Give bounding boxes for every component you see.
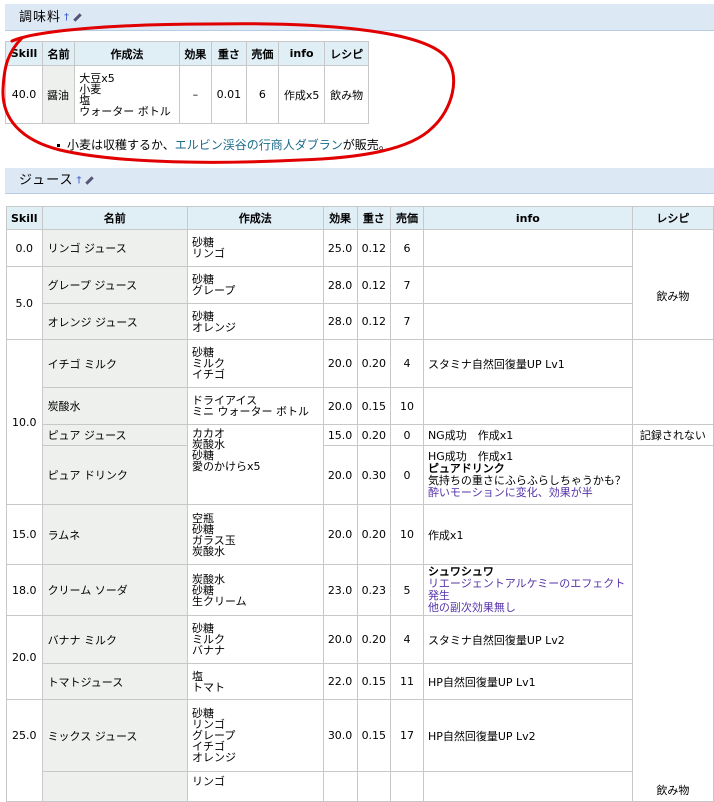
cell-name: 醤油 bbox=[41, 65, 76, 124]
col-skill: Skill bbox=[5, 41, 43, 66]
cell-recipe: 記録されない bbox=[631, 424, 714, 446]
cell-skill: 25.0 bbox=[6, 699, 43, 802]
table-row: 10.0 イチゴ ミルク 砂糖 ミルク イチゴ 20.0 0.20 4 スタミナ… bbox=[6, 339, 714, 505]
table-row: 40.0 醤油 大豆x5 小麦 塩 ウォーター ボトル – 0.01 6 作成x… bbox=[5, 65, 369, 124]
cell-info: 作成x5 bbox=[277, 65, 326, 124]
table-row: 5.0 グレープ ジュース 砂糖 グレープ 28.0 0.12 7 bbox=[6, 266, 714, 340]
vendor-link[interactable]: エルビン渓谷の行商人ダブラン bbox=[175, 138, 343, 152]
cell-info bbox=[422, 229, 633, 267]
edit-pencil-icon[interactable] bbox=[85, 176, 95, 185]
table-row: 18.0 クリーム ソーダ 炭酸水 砂糖 生クリーム 23.0 0.23 5 シ… bbox=[6, 564, 714, 616]
cell-materials: 大豆x5 小麦 塩 ウォーター ボトル bbox=[74, 65, 180, 124]
col-name: 名前 bbox=[41, 206, 189, 230]
cell-skill: 0.0 bbox=[6, 229, 43, 267]
col-price: 売価 bbox=[245, 41, 280, 66]
col-skill: Skill bbox=[6, 206, 43, 230]
cell-skill: 5.0 bbox=[6, 266, 43, 340]
table-row: 15.0 ラムネ 空瓶 砂糖 ガラス玉 炭酸水 20.0 0.20 10 作成x… bbox=[6, 504, 714, 565]
anchor-link[interactable]: † bbox=[76, 175, 82, 186]
section-title: 調味料 bbox=[19, 10, 62, 25]
bullet-icon bbox=[57, 144, 60, 147]
seasoning-table: Skill 名前 作成法 効果 重さ 売価 info レシピ 40.0 醤油 大… bbox=[5, 41, 369, 124]
table-row: 20.0 バナナ ミルク 砂糖 ミルク バナナ 20.0 0.20 4 スタミナ… bbox=[6, 615, 714, 700]
col-effect: 効果 bbox=[178, 41, 212, 66]
cell-materials: カカオ 炭酸水 砂糖 愛のかけらx5 bbox=[187, 424, 324, 505]
section-header-juice: ジュース † bbox=[5, 168, 714, 194]
col-recipe: レシピ bbox=[631, 206, 714, 230]
cell-skill: 18.0 bbox=[6, 564, 43, 616]
cell-skill: 15.0 bbox=[6, 504, 43, 565]
cell-info: HG成功 作成x1 ピュアドリンク 気持ちの重さにふらふらしちゃうかも？ 酔いモ… bbox=[422, 445, 633, 505]
cell-recipe: 飲み物 bbox=[631, 229, 714, 340]
cell-recipe: 飲み物 bbox=[631, 445, 714, 802]
col-method: 作成法 bbox=[74, 41, 180, 66]
cell-weight: 0.01 bbox=[210, 65, 247, 124]
table-row: 炭酸水 ドライアイス ミニ ウォーター ボトル 20.0 0.15 10 bbox=[7, 387, 714, 425]
cell-effect: – bbox=[178, 65, 212, 124]
cell-materials: 砂糖 リンゴ bbox=[187, 229, 324, 267]
col-info: info bbox=[422, 206, 633, 230]
col-info: info bbox=[277, 41, 326, 66]
anchor-link[interactable]: † bbox=[64, 12, 70, 23]
section-title: ジュース bbox=[19, 173, 74, 188]
col-price: 売価 bbox=[390, 206, 424, 230]
col-method: 作成法 bbox=[187, 206, 324, 230]
section-header-seasoning: 調味料 † bbox=[5, 4, 714, 31]
table-row: ピュア ジュース カカオ 炭酸水 砂糖 愛のかけらx5 15.0 0.20 0 … bbox=[7, 424, 714, 505]
cell-price: 6 bbox=[245, 65, 280, 124]
table-row: リンゴ bbox=[7, 771, 714, 802]
col-weight: 重さ bbox=[356, 206, 392, 230]
edit-pencil-icon[interactable] bbox=[73, 13, 82, 22]
table-row: トマトジュース 塩 トマト 22.0 0.15 11 HP自然回復量UP Lv1 bbox=[7, 663, 714, 700]
cell-skill: 40.0 bbox=[5, 65, 43, 124]
col-name: 名前 bbox=[41, 41, 76, 66]
col-weight: 重さ bbox=[210, 41, 247, 66]
table-row: 25.0 ミックス ジュース 砂糖 リンゴ グレープ イチゴ オレンジ 30.0… bbox=[6, 699, 714, 802]
juice-table: Skill 名前 作成法 効果 重さ 売価 info レシピ 0.0 リンゴ ジ… bbox=[6, 206, 714, 802]
cell-skill: 10.0 bbox=[6, 339, 43, 505]
cell-name: リンゴ ジュース bbox=[41, 229, 189, 267]
table-row: ピュア ドリンク 20.0 0.30 0 HG成功 作成x1 ピュアドリンク 気… bbox=[7, 445, 714, 802]
col-recipe: レシピ bbox=[324, 41, 369, 66]
cell-skill: 20.0 bbox=[6, 615, 43, 700]
table-row: 0.0 リンゴ ジュース 砂糖 リンゴ 25.0 0.12 6 飲み物 bbox=[6, 229, 714, 340]
table-row: オレンジ ジュース 砂糖 オレンジ 28.0 0.12 7 bbox=[7, 303, 714, 340]
cell-recipe: 飲み物 bbox=[324, 65, 369, 124]
col-effect: 効果 bbox=[322, 206, 358, 230]
note-line: 小麦は収穫するか、エルビン渓谷の行商人ダブランが販売。 bbox=[57, 136, 391, 153]
